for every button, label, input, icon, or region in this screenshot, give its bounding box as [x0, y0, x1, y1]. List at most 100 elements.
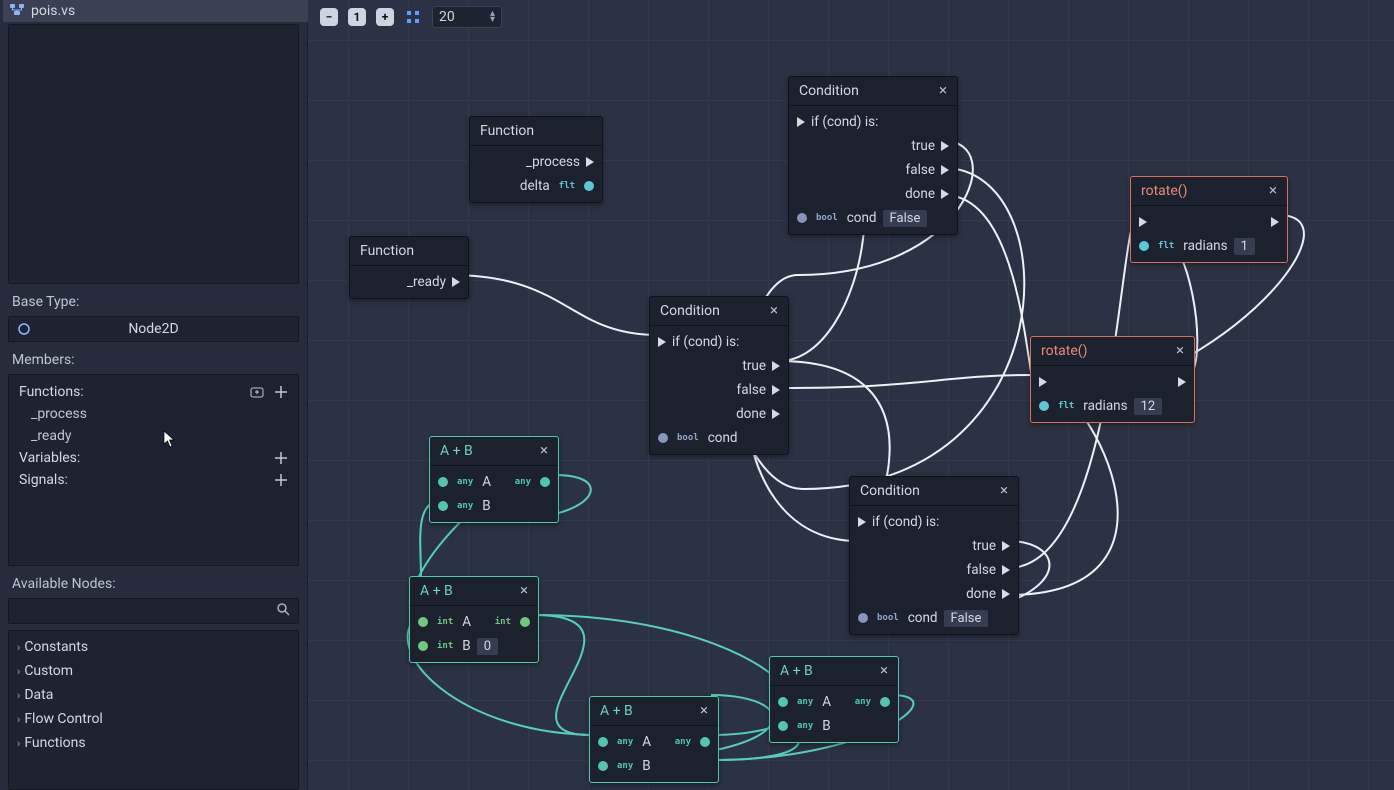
seq-out-true[interactable]	[772, 361, 780, 371]
close-icon[interactable]: ×	[1172, 342, 1188, 358]
b-default[interactable]: 0	[477, 638, 498, 655]
type-badge-int: int	[492, 616, 514, 628]
type-badge-any: any	[614, 760, 636, 772]
seq-out-true[interactable]	[941, 141, 949, 151]
seq-out-port[interactable]	[586, 157, 594, 167]
close-icon[interactable]: ×	[1265, 182, 1281, 198]
members-label: Members:	[0, 348, 307, 372]
data-in-cond[interactable]	[797, 213, 807, 223]
data-out[interactable]	[520, 617, 530, 627]
data-in-cond[interactable]	[858, 613, 868, 623]
available-nodes-tree[interactable]: ›Constants ›Custom ›Data ›Flow Control ›…	[8, 630, 299, 790]
close-icon[interactable]: ×	[536, 442, 552, 458]
visualscript-icon	[9, 1, 25, 21]
seq-out-true[interactable]	[1002, 541, 1010, 551]
cond-default[interactable]: False	[883, 210, 928, 227]
node-search-input[interactable]	[8, 598, 299, 624]
base-type-value: Node2D	[128, 321, 178, 337]
close-icon[interactable]: ×	[996, 482, 1012, 498]
node-function-process[interactable]: Function _process deltaflt	[469, 116, 603, 203]
node-rotate-2[interactable]: rotate()× fltradians12	[1030, 336, 1195, 423]
node-add-any-2[interactable]: A + B× anyA any anyB	[589, 696, 719, 783]
node-condition-2[interactable]: Condition× if (cond) is: true false done…	[649, 296, 789, 455]
override-function-button[interactable]	[250, 385, 264, 399]
members-panel: Functions: _process _ready Variables: Si…	[8, 374, 299, 566]
node-add-any-1[interactable]: A + B× anyA any anyB	[429, 436, 559, 523]
seq-out-false[interactable]	[1002, 565, 1010, 575]
node-rotate-1[interactable]: rotate()× fltradians1	[1130, 176, 1288, 263]
data-in-b[interactable]	[438, 501, 448, 511]
tree-item-custom[interactable]: ›Custom	[9, 659, 298, 683]
seq-out-port[interactable]	[1178, 377, 1186, 387]
radians-value[interactable]: 1	[1234, 238, 1255, 255]
seq-out-port[interactable]	[1271, 217, 1279, 227]
add-function-button[interactable]	[274, 385, 288, 399]
function-item-process[interactable]: _process	[13, 403, 294, 425]
tree-item-constants[interactable]: ›Constants	[9, 635, 298, 659]
seq-out-done[interactable]	[772, 409, 780, 419]
data-out-port[interactable]	[584, 181, 594, 191]
available-nodes-label: Available Nodes:	[0, 572, 307, 596]
file-tab[interactable]: pois.vs	[3, 0, 308, 22]
data-out[interactable]	[540, 477, 550, 487]
data-in-radians[interactable]	[1039, 401, 1049, 411]
add-variable-button[interactable]	[274, 451, 288, 465]
node-title: A + B×	[410, 577, 538, 606]
seq-out-false[interactable]	[772, 385, 780, 395]
close-icon[interactable]: ×	[516, 582, 532, 598]
zoom-reset-button[interactable]: 1	[348, 8, 366, 26]
seq-out-false[interactable]	[941, 165, 949, 175]
node-add-any-3[interactable]: A + B× anyA any anyB	[769, 656, 899, 743]
data-in-radians[interactable]	[1139, 241, 1149, 251]
scene-tree-panel[interactable]	[8, 24, 299, 284]
base-type-selector[interactable]: Node2D	[8, 316, 299, 342]
data-out[interactable]	[700, 737, 710, 747]
seq-out-done[interactable]	[941, 189, 949, 199]
data-in-b[interactable]	[418, 641, 428, 651]
data-in-b[interactable]	[778, 721, 788, 731]
data-out[interactable]	[880, 697, 890, 707]
tree-item-data[interactable]: ›Data	[9, 683, 298, 707]
close-icon[interactable]: ×	[766, 302, 782, 318]
tree-item-functions[interactable]: ›Functions	[9, 731, 298, 755]
node-condition-3[interactable]: Condition× if (cond) is: true false done…	[849, 476, 1019, 635]
seq-out-done[interactable]	[1002, 589, 1010, 599]
file-name: pois.vs	[31, 3, 75, 19]
data-in-a[interactable]	[598, 737, 608, 747]
seq-in-port[interactable]	[658, 337, 666, 347]
data-in-b[interactable]	[598, 761, 608, 771]
node-title: rotate()×	[1131, 177, 1287, 206]
seq-in-port[interactable]	[1139, 217, 1147, 227]
radians-value[interactable]: 12	[1134, 398, 1163, 415]
type-badge-flt: flt	[1155, 240, 1177, 252]
seq-in-port[interactable]	[858, 517, 866, 527]
seq-out-port[interactable]	[452, 277, 460, 287]
base-type-label: Base Type:	[0, 290, 307, 314]
seq-in-port[interactable]	[797, 117, 805, 127]
tree-item-flowcontrol[interactable]: ›Flow Control	[9, 707, 298, 731]
node-function-ready[interactable]: Function _ready	[349, 236, 469, 299]
type-badge-flt: flt	[556, 180, 578, 192]
node-add-int[interactable]: A + B× intA int intB0	[409, 576, 539, 663]
type-badge-int: int	[434, 640, 456, 652]
data-in-cond[interactable]	[658, 433, 668, 443]
add-signal-button[interactable]	[274, 473, 288, 487]
seq-in-port[interactable]	[1039, 377, 1047, 387]
close-icon[interactable]: ×	[935, 82, 951, 98]
node-condition-1[interactable]: Condition× if (cond) is: true false done…	[788, 76, 958, 235]
close-icon[interactable]: ×	[876, 662, 892, 678]
type-badge-any: any	[454, 476, 476, 488]
zoom-in-button[interactable]: +	[376, 8, 394, 26]
grid-step-input[interactable]: 20 ▴▾	[432, 6, 502, 28]
function-item-ready[interactable]: _ready	[13, 425, 294, 447]
snap-toggle-button[interactable]	[404, 8, 422, 26]
type-badge-any: any	[794, 720, 816, 732]
data-in-a[interactable]	[438, 477, 448, 487]
cond-default[interactable]: False	[944, 610, 989, 627]
zoom-out-button[interactable]: −	[320, 8, 338, 26]
spinner-icon[interactable]: ▴▾	[490, 11, 495, 23]
close-icon[interactable]: ×	[696, 702, 712, 718]
graph-canvas[interactable]: − 1 + 20 ▴▾	[308, 0, 1394, 790]
data-in-a[interactable]	[778, 697, 788, 707]
data-in-a[interactable]	[418, 617, 428, 627]
